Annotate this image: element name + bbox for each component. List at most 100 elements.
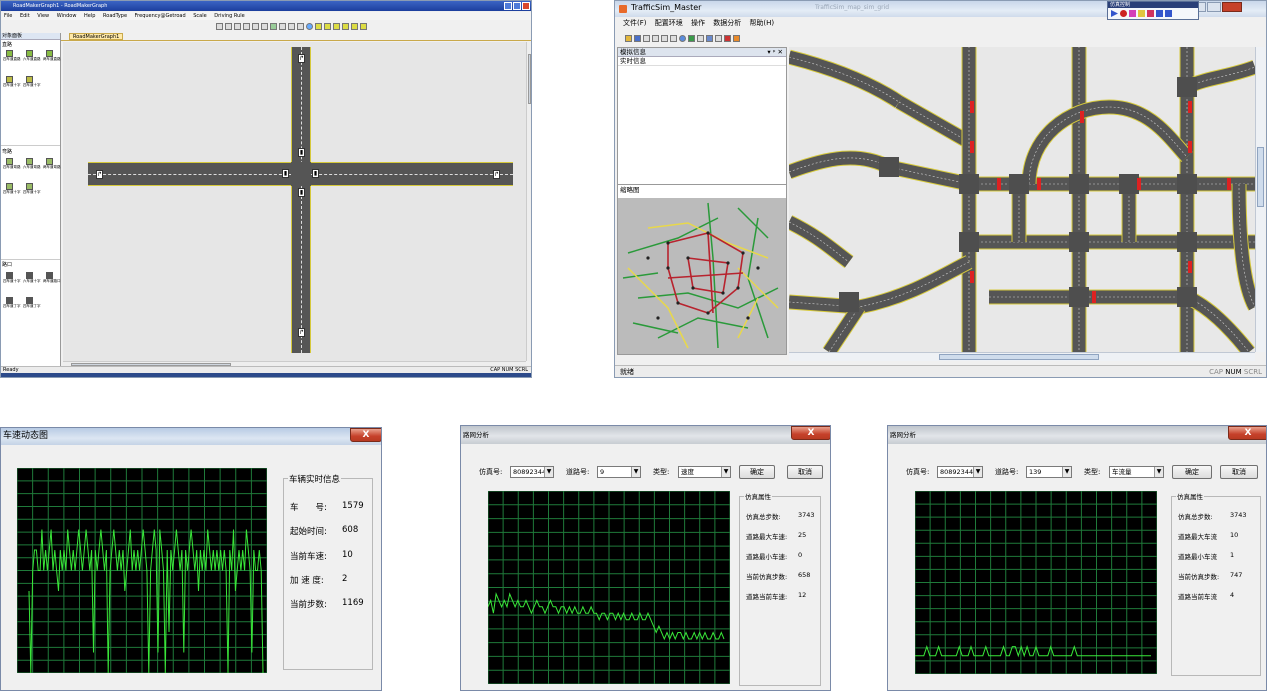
help-icon[interactable] — [679, 34, 686, 42]
paste-icon[interactable] — [661, 34, 668, 42]
menu-file[interactable]: 文件(F) — [623, 19, 647, 27]
cross-tool-icon[interactable] — [288, 22, 295, 30]
copy-icon[interactable] — [252, 22, 259, 30]
grid-icon[interactable] — [715, 34, 722, 42]
palette-item[interactable]: 两车道直路 — [43, 50, 61, 64]
palette-item[interactable]: 四车道丁字 — [3, 297, 21, 311]
palette-item[interactable]: 四车道十字 — [23, 183, 41, 197]
doc-icon[interactable] — [697, 34, 704, 42]
menu-view[interactable]: View — [37, 13, 49, 19]
ok-button[interactable]: 确定 — [739, 465, 775, 479]
palette-item[interactable]: 四车道十字 — [3, 183, 21, 197]
chevron-down-icon[interactable]: ▼ — [1154, 467, 1163, 477]
cut-icon[interactable] — [643, 34, 650, 42]
road-tool-icon[interactable] — [279, 22, 286, 30]
maximize-icon[interactable] — [1207, 2, 1221, 12]
menu-file[interactable]: File — [4, 13, 12, 19]
cut-icon[interactable] — [243, 22, 250, 30]
intersection[interactable] — [291, 162, 311, 186]
close-button[interactable]: X — [350, 428, 381, 442]
menu-config[interactable]: 配置环境 — [655, 19, 683, 27]
cancel-button[interactable]: 取消 — [787, 465, 823, 479]
sim-number-select[interactable]: 808923443 ▼ — [510, 466, 554, 478]
road-number-select[interactable]: 9 ▼ — [597, 466, 641, 478]
menu-scale[interactable]: Scale — [193, 13, 206, 19]
tool-d-icon[interactable] — [342, 22, 349, 30]
menu-roadtype[interactable]: RoadType — [103, 13, 127, 19]
close-icon[interactable] — [522, 2, 530, 10]
select-tool-icon[interactable] — [297, 22, 304, 30]
palette-item[interactable]: 四车道弯路 — [3, 158, 21, 172]
sim-map-view[interactable] — [789, 47, 1255, 352]
palette-item[interactable]: 四车道十字 — [3, 76, 21, 90]
type-select[interactable]: 车流量 ▼ — [1109, 466, 1164, 478]
thumbnail-map[interactable] — [618, 198, 786, 354]
menu-edit[interactable]: Edit — [20, 13, 30, 19]
tool-b-icon[interactable] — [324, 22, 331, 30]
palette-item[interactable]: 四车道十字 — [23, 76, 41, 90]
road-segment[interactable] — [291, 47, 311, 353]
palette-item[interactable]: 两车道路口 — [43, 272, 61, 286]
copy-icon[interactable] — [652, 34, 659, 42]
chevron-down-icon[interactable]: ▼ — [721, 467, 730, 477]
endpoint-marker-icon[interactable]: ↱ — [298, 328, 305, 337]
endpoint-marker-icon[interactable]: ↱ — [298, 54, 305, 63]
palette-item[interactable]: 六车道直路 — [23, 50, 41, 64]
horizontal-scrollbar[interactable] — [789, 352, 1255, 361]
open-icon[interactable] — [625, 34, 632, 42]
map-icon[interactable] — [688, 34, 695, 42]
signal-icon[interactable]: ▮ — [298, 148, 305, 157]
tool-e-icon[interactable] — [351, 22, 358, 30]
menu-help[interactable]: Help — [84, 13, 95, 19]
road-canvas[interactable]: ↱ ↱ ↱ ↱ ▮ ▮ ▮ ▮ — [63, 42, 526, 361]
save-icon[interactable] — [234, 22, 241, 30]
config-icon[interactable] — [733, 34, 740, 42]
brush-icon[interactable] — [1138, 10, 1145, 17]
close-icon[interactable] — [1222, 2, 1242, 12]
doc-tab[interactable]: RoadMakerGraph1 — [69, 33, 124, 40]
play-icon[interactable] — [1111, 10, 1118, 17]
rewind-icon[interactable] — [1156, 10, 1163, 17]
chart-icon[interactable] — [706, 34, 713, 42]
print-icon[interactable] — [670, 34, 677, 42]
menu-analysis[interactable]: 数据分析 — [713, 19, 741, 27]
chevron-down-icon[interactable]: ▼ — [544, 467, 553, 477]
new-icon[interactable] — [216, 22, 223, 30]
chevron-down-icon[interactable]: ▼ — [631, 467, 640, 477]
forward-icon[interactable] — [1165, 10, 1172, 17]
signal-icon[interactable]: ▮ — [282, 169, 289, 178]
palette-item[interactable]: 四车道丁字 — [23, 297, 41, 311]
signal-icon[interactable]: ▮ — [312, 169, 319, 178]
road-number-select[interactable]: 139 ▼ — [1026, 466, 1072, 478]
maximize-icon[interactable] — [513, 2, 521, 10]
tool-a-icon[interactable] — [315, 22, 322, 30]
signal-icon[interactable]: ▮ — [298, 188, 305, 197]
paste-icon[interactable] — [261, 22, 268, 30]
vertical-scrollbar[interactable] — [1255, 47, 1265, 352]
palette-item[interactable]: 六车道十字 — [23, 272, 41, 286]
menu-help[interactable]: 帮助(H) — [749, 19, 774, 27]
chevron-down-icon[interactable]: ▼ — [1062, 467, 1071, 477]
palette-item[interactable]: 六车道弯路 — [23, 158, 41, 172]
panel-controls[interactable]: ▾ ᵖ ✕ — [767, 48, 783, 57]
menu-driving-rule[interactable]: Driving Rule — [214, 13, 244, 19]
menu-frequency[interactable]: Frequency@Getroad — [135, 13, 186, 19]
tool-c-icon[interactable] — [333, 22, 340, 30]
menu-operate[interactable]: 操作 — [691, 19, 705, 27]
palette-item[interactable]: 两车道弯路 — [43, 158, 61, 172]
menu-window[interactable]: Window — [57, 13, 77, 19]
record-icon[interactable] — [1129, 10, 1136, 17]
vertical-scrollbar[interactable] — [526, 42, 531, 361]
chevron-down-icon[interactable]: ▼ — [973, 467, 982, 477]
close-button[interactable]: X — [791, 426, 830, 440]
endpoint-marker-icon[interactable]: ↱ — [493, 170, 500, 179]
palette-item[interactable]: 四车道直路 — [3, 50, 21, 64]
save-icon[interactable] — [634, 34, 641, 42]
tool-f-icon[interactable] — [360, 22, 367, 30]
cancel-button[interactable]: 取消 — [1220, 465, 1258, 479]
close-button[interactable]: X — [1228, 426, 1266, 440]
open-icon[interactable] — [225, 22, 232, 30]
sim-number-select[interactable]: 808923443 ▼ — [937, 466, 983, 478]
minimize-icon[interactable] — [504, 2, 512, 10]
record-icon[interactable] — [724, 34, 731, 42]
